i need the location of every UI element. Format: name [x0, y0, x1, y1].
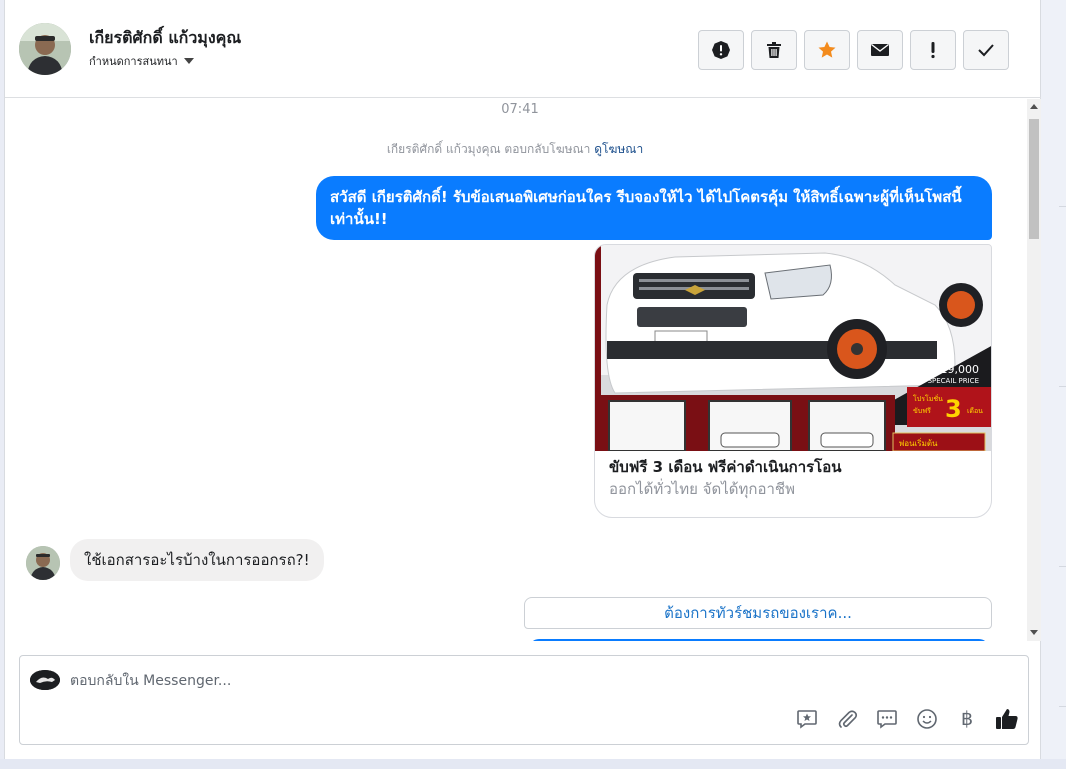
ad-image-price: 319,000 — [934, 363, 980, 376]
important-button[interactable] — [910, 30, 956, 70]
scroll-down-arrow-icon[interactable] — [1030, 630, 1038, 635]
ad-image-promo-unit: เดือน — [967, 407, 983, 415]
message-composer: ฿ — [19, 655, 1029, 745]
saved-reply-icon — [797, 710, 817, 729]
star-button[interactable] — [804, 30, 850, 70]
ad-image-bottom-label: พ่อนเริ่มต้น — [899, 437, 938, 448]
ad-car-image: 319,000 SPECAIL PRICE โปรโมชั่น ขับฟรี 3… — [595, 245, 991, 451]
check-icon — [978, 44, 994, 57]
attachment-icon — [838, 710, 858, 728]
incoming-message: ใช้เอกสารอะไรบ้างในการออกรถ?! — [70, 539, 324, 581]
thumbs-up-icon — [996, 709, 1018, 729]
composer-tools: ฿ — [794, 706, 1020, 732]
like-button[interactable] — [994, 706, 1020, 732]
conversation-setting-dropdown[interactable]: กำหนดการสนทนา — [89, 52, 194, 70]
trash-icon — [767, 42, 781, 58]
exclamation-circle-icon — [712, 41, 730, 59]
ad-image-promo-top: โปรโมชั่น — [913, 394, 943, 403]
background-strip-bottom — [0, 759, 1066, 769]
reply-input[interactable] — [70, 670, 970, 692]
emoji-icon — [917, 709, 937, 729]
emoji-button[interactable] — [914, 706, 940, 732]
strip-divider — [1059, 706, 1066, 707]
baht-icon: ฿ — [960, 708, 974, 730]
star-icon — [818, 41, 836, 58]
scroll-thumb[interactable] — [1029, 119, 1039, 239]
quick-reply-button-partial[interactable] — [529, 639, 989, 641]
thread-scrollbar[interactable] — [1027, 99, 1041, 641]
payment-button[interactable]: ฿ — [954, 706, 980, 732]
message-timestamp: 07:41 — [501, 102, 539, 117]
ad-card-title: ขับฟรี 3 เดือน ฟรีค่าดำเนินการโอน — [609, 458, 842, 476]
contact-name: เกียรติศักดิ์ แก้วมุงคุณ — [89, 28, 242, 47]
contact-avatar[interactable] — [19, 23, 71, 75]
ad-image-promo-number: 3 — [945, 395, 962, 423]
ad-image-promo-mid: ขับฟรี — [913, 407, 931, 415]
strip-divider — [1059, 566, 1066, 567]
delete-button[interactable] — [751, 30, 797, 70]
mark-unread-button[interactable] — [857, 30, 903, 70]
conversation-header: เกียรติศักดิ์ แก้วมุงคุณ กำหนดการสนทนา — [5, 0, 1042, 98]
chat-bubble-icon — [877, 710, 897, 729]
ad-card[interactable]: 319,000 SPECAIL PRICE โปรโมชั่น ขับฟรี 3… — [594, 244, 992, 518]
ad-reply-notice: เกียรติศักดิ์ แก้วมุงคุณ ตอบกลับโฆษณา ดู… — [5, 140, 1025, 159]
caret-down-icon — [183, 58, 194, 64]
header-actions — [698, 30, 1009, 70]
spam-button[interactable] — [698, 30, 744, 70]
exclamation-icon — [931, 42, 935, 59]
page-avatar — [30, 670, 60, 690]
ad-reply-text: เกียรติศักดิ์ แก้วมุงคุณ ตอบกลับโฆษณา — [386, 142, 591, 156]
outgoing-message: สวัสดี เกียรติศักดิ์! รับข้อเสนอพิเศษก่อ… — [316, 176, 992, 240]
ad-card-subtitle: ออกได้ทั่วไทย จัดได้ทุกอาชีพ — [609, 480, 795, 498]
scroll-up-arrow-icon[interactable] — [1030, 104, 1038, 109]
strip-divider — [1059, 386, 1066, 387]
envelope-icon — [871, 43, 889, 56]
strip-divider — [1059, 206, 1066, 207]
quick-reply-button[interactable]: ต้องการทัวร์ชมรถของเราค... — [524, 597, 992, 629]
background-strip — [1041, 0, 1066, 769]
saved-reply-button[interactable] — [794, 706, 820, 732]
ad-image-price-label: SPECAIL PRICE — [928, 377, 979, 385]
sender-avatar[interactable] — [26, 546, 60, 580]
attach-button[interactable] — [834, 706, 860, 732]
messenger-panel: เกียรติศักดิ์ แก้วมุงคุณ กำหนดการสนทนา 0… — [4, 0, 1042, 759]
message-thread[interactable]: 07:41 เกียรติศักดิ์ แก้วมุงคุณ ตอบกลับโฆ… — [5, 99, 1025, 641]
done-button[interactable] — [963, 30, 1009, 70]
chat-button[interactable] — [874, 706, 900, 732]
view-ad-link[interactable]: ดูโฆษณา — [594, 142, 643, 156]
conversation-setting-label: กำหนดการสนทนา — [89, 55, 178, 68]
